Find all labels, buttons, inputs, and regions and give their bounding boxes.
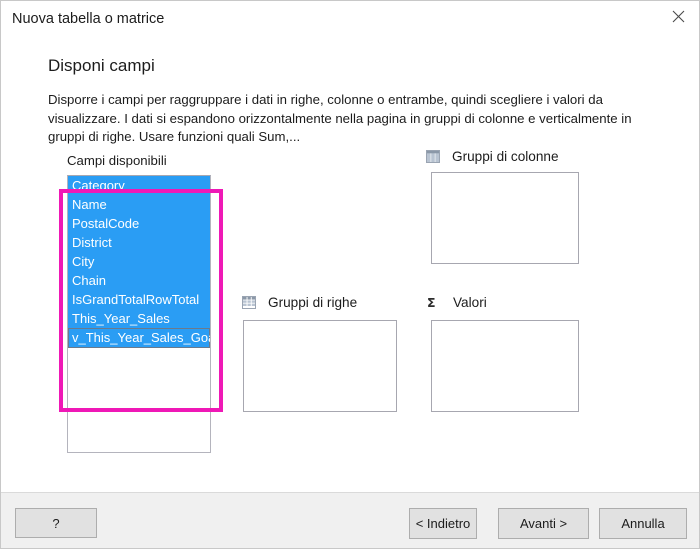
column-groups-label: Gruppi di colonne — [452, 149, 559, 164]
back-button[interactable]: < Indietro — [409, 508, 477, 539]
row-groups-dropzone[interactable] — [243, 320, 397, 412]
dialog-body: Disponi campi Disporre i campi per raggr… — [1, 39, 699, 492]
close-icon[interactable] — [656, 1, 699, 32]
row-groups-icon — [242, 296, 256, 309]
row-groups-label-row: Gruppi di righe — [242, 295, 357, 310]
field-list-item[interactable]: PostalCode — [68, 214, 210, 233]
values-label-row: Σ Valori — [427, 295, 487, 310]
row-groups-label: Gruppi di righe — [268, 295, 358, 310]
field-list-item[interactable]: Category — [68, 176, 210, 195]
dialog-window: Nuova tabella o matrice Disponi campi Di… — [0, 0, 700, 549]
dialog-footer: ? < Indietro Avanti > Annulla — [1, 492, 699, 548]
field-list-item[interactable]: This_Year_Sales — [68, 309, 210, 328]
title-bar: Nuova tabella o matrice — [1, 1, 699, 39]
available-fields-label: Campi disponibili — [67, 153, 167, 168]
column-groups-label-row: Gruppi di colonne — [426, 149, 559, 164]
available-fields-list[interactable]: Category Name PostalCode District City Chain I… — [67, 175, 211, 453]
field-list-item[interactable]: IsGrandTotalRowTotal — [68, 290, 210, 309]
page-title: Disponi campi — [48, 56, 155, 75]
column-groups-icon — [426, 150, 440, 163]
field-list-item[interactable]: District — [68, 233, 210, 252]
page-description: Disporre i campi per raggruppare i dati … — [48, 92, 632, 144]
values-label: Valori — [453, 295, 487, 310]
sigma-icon: Σ — [427, 295, 436, 310]
help-button[interactable]: ? — [15, 508, 97, 538]
field-list-item[interactable]: v_This_Year_Sales_Goal — [68, 328, 210, 348]
field-list-item[interactable]: City — [68, 252, 210, 271]
window-title: Nuova tabella o matrice — [12, 11, 165, 27]
values-dropzone[interactable] — [431, 320, 579, 412]
field-list-item[interactable]: Name — [68, 195, 210, 214]
cancel-button[interactable]: Annulla — [599, 508, 687, 539]
field-list-item[interactable]: Chain — [68, 271, 210, 290]
next-button[interactable]: Avanti > — [498, 508, 589, 539]
column-groups-dropzone[interactable] — [431, 172, 579, 264]
